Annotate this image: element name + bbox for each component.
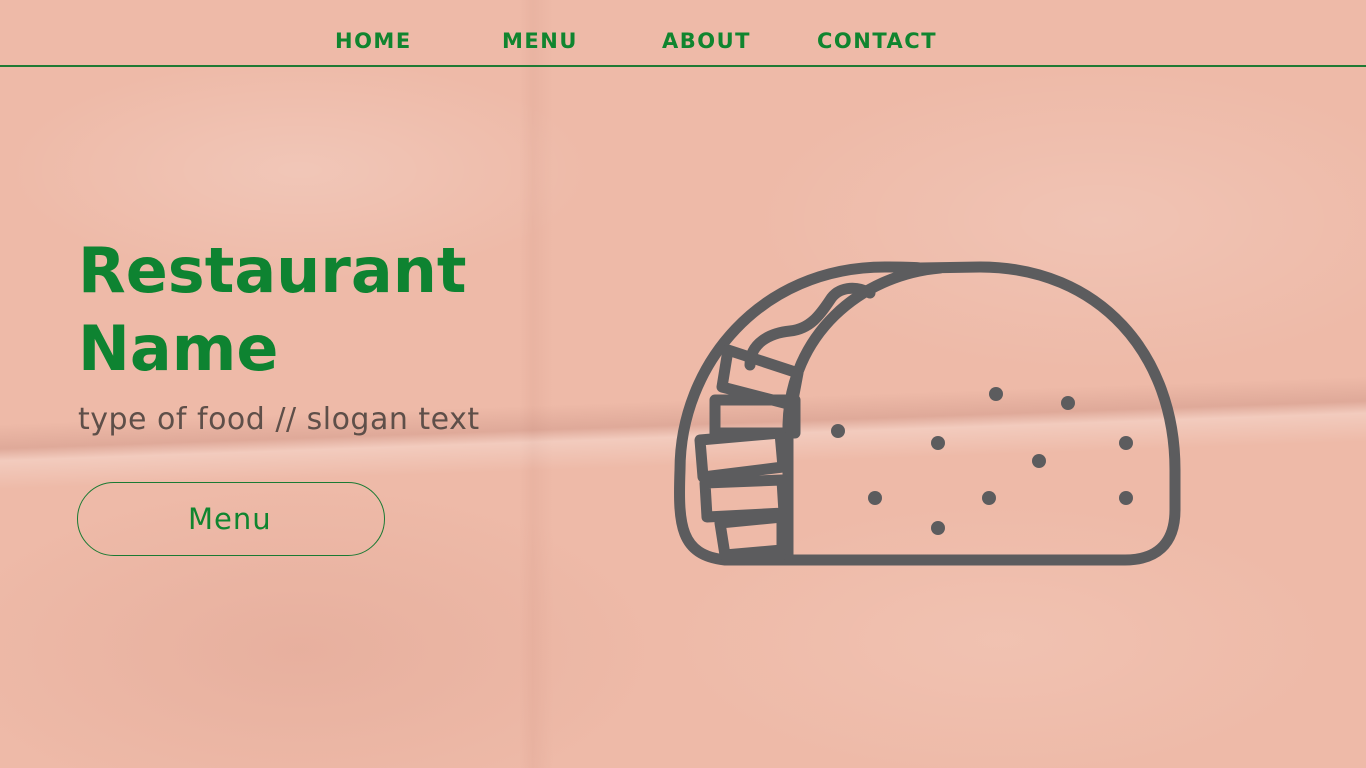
restaurant-name-heading: Restaurant Name	[78, 232, 598, 388]
restaurant-name-line-1: Restaurant	[78, 234, 467, 307]
top-navigation: HOME MENU ABOUT CONTACT	[0, 0, 1366, 67]
nav-home[interactable]: HOME	[335, 27, 412, 55]
slogan-text: type of food // slogan text	[78, 402, 480, 437]
nav-menu[interactable]: MENU	[502, 27, 578, 55]
nav-about[interactable]: ABOUT	[662, 27, 751, 55]
menu-button[interactable]: Menu	[77, 482, 385, 556]
taco-icon	[674, 261, 1181, 566]
nav-contact[interactable]: CONTACT	[817, 27, 937, 55]
restaurant-name-line-2: Name	[78, 312, 279, 385]
